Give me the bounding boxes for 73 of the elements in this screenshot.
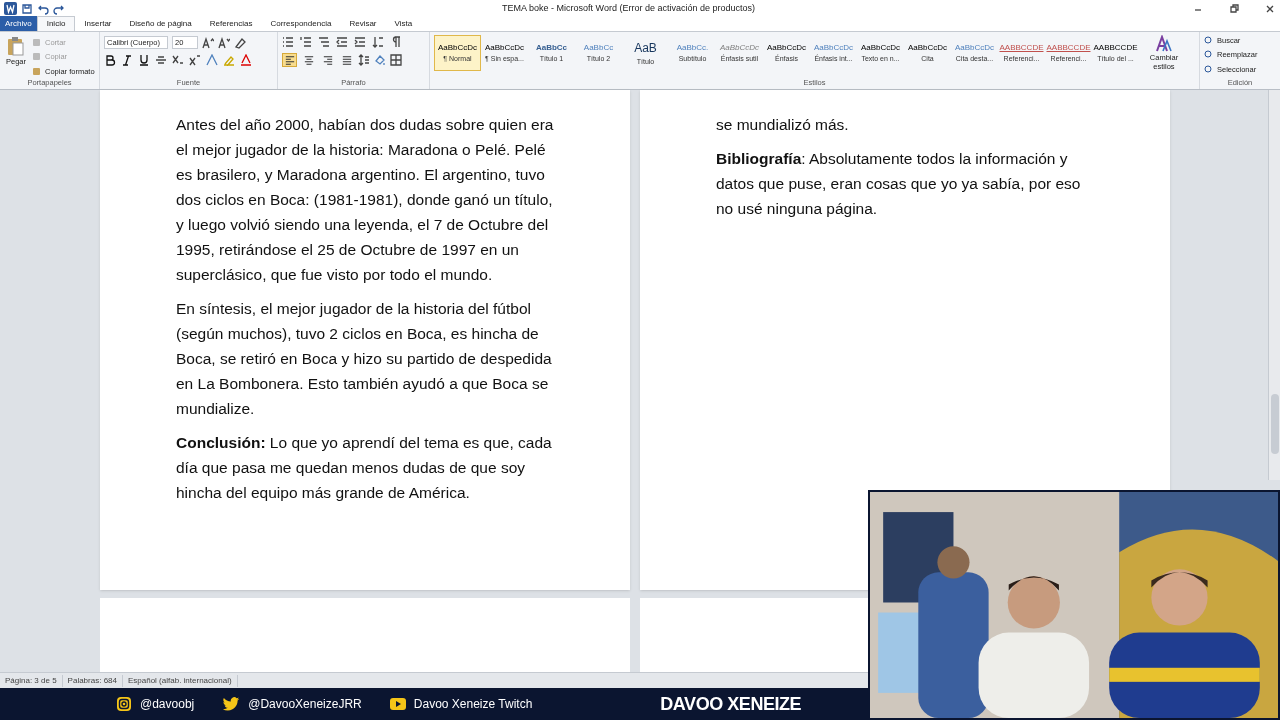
square-icon (32, 52, 41, 62)
numbering-icon[interactable] (300, 36, 312, 48)
play-icon (389, 698, 406, 710)
style-preview: AaBbCcDc (860, 41, 901, 54)
status-item: Página: 3 de 5 (0, 674, 63, 687)
social-handle: @DavooXeneizeJRR (248, 696, 362, 713)
status-item: Palabras: 684 (62, 674, 123, 687)
font-color-icon[interactable] (240, 54, 252, 66)
style-preview: AaB (634, 39, 657, 57)
paragraph: En síntesis, el mejor jugador de la historia del fútbol (según muchos), tuvo 2 ciclos en Boca, es hincha de Boca, se retiró en Boca y hizo su partido de despedida en La Bombonera. Esto también ayudó a que Boca se mundialize. (176, 299, 553, 419)
style-preview: AaBbCc (583, 41, 614, 54)
ribbon-tab[interactable]: Vista (385, 16, 422, 31)
style-preview: AaBbCc (535, 41, 568, 54)
multilevel-list-icon[interactable] (318, 36, 330, 48)
circle-icon (1204, 50, 1213, 60)
sort-icon[interactable] (372, 36, 384, 48)
restore-icon[interactable] (1228, 2, 1240, 15)
text-effects-icon[interactable] (206, 54, 218, 66)
paragraph: Conclusión: Lo que yo aprendí del tema es que, cada día que pasa me quedan menos dudas de que soy hincha del equipo más grande de América. (176, 433, 553, 503)
subscript-icon[interactable] (172, 54, 184, 66)
style-preview: AABBCCDE (999, 41, 1044, 54)
style-preview: AaBbCcDc (437, 41, 478, 54)
style-preview: AABBCCDE (1093, 41, 1138, 54)
ribbon-tab[interactable]: Insertar (75, 16, 121, 31)
shrink-font-icon[interactable] (218, 36, 230, 49)
decrease-indent-icon[interactable] (336, 36, 348, 48)
bird-icon (222, 696, 241, 712)
circle-icon (1204, 36, 1213, 46)
underline-icon[interactable] (138, 54, 150, 66)
paragraph: Bibliografía: Absolutamente todos la información y datos que puse, eran cosas que yo ya sabía, por eso no usé ninguna página. (716, 149, 1082, 219)
grow-font-icon[interactable] (202, 36, 214, 49)
window-title: TEMA boke - Microsoft Word (Error de activación de productos) (501, 1, 756, 15)
bold-icon[interactable] (104, 54, 116, 66)
bullets-icon[interactable] (282, 36, 294, 48)
instagram-icon (116, 696, 132, 712)
save-icon[interactable] (21, 2, 33, 15)
increase-indent-icon[interactable] (354, 36, 366, 48)
ribbon-tab[interactable]: Revisar (340, 16, 386, 31)
ribbon-tab[interactable]: Correspondencia (261, 16, 341, 31)
style-preview: AaBbCcDc (954, 41, 995, 54)
social-handle: @davoobj (140, 696, 195, 713)
style-preview: AaBbCc. (676, 41, 709, 54)
style-preview: AaBbCcDc (813, 41, 854, 54)
line-spacing-icon[interactable] (358, 54, 370, 66)
superscript-icon[interactable] (189, 54, 201, 66)
square-icon (32, 66, 41, 76)
social-handle: Davoo Xeneize Twitch (413, 696, 533, 713)
clear-format-icon[interactable] (234, 36, 246, 49)
style-preview: AaBbCcDc (766, 41, 807, 54)
style-preview: AaBbCcDc (719, 41, 760, 54)
borders-icon[interactable] (390, 54, 402, 66)
square-icon (32, 38, 41, 48)
pilcrow-icon[interactable] (390, 36, 402, 48)
style-preview: AaBbCcDc (484, 41, 525, 54)
circle-icon (1204, 64, 1213, 74)
italic-icon[interactable] (121, 54, 133, 66)
letters-icon (1155, 35, 1173, 53)
paragraph: se mundializó más. (716, 115, 850, 135)
clipboard-icon (7, 36, 25, 56)
shading-icon[interactable] (374, 54, 386, 66)
ribbon-tab[interactable]: Referencias (200, 16, 262, 31)
ribbon-tab[interactable]: Inicio (36, 16, 76, 31)
status-item: Español (alfab. internacional) (123, 674, 238, 687)
paragraph: Antes del año 2000, habían dos dudas sobre quien era el mejor jugador de la historia: Maradona o Pelé. Pelé es brasilero, y Maradona argentino. El argentino, tuvo dos ciclos en Boca: (1981-1981), donde ganó un título, y luego volvió siendo una leyenda, el 7 de Octubre del 1995, retirándose el 25 de Octubre de 1997 en un superclásico, que fue visto por todo el mundo. (176, 115, 554, 285)
file-tab[interactable]: Archivo (0, 16, 37, 31)
style-preview: AABBCCDE (1046, 41, 1091, 54)
strikethrough-icon[interactable] (155, 54, 167, 66)
brand-name: DAVOO XENEIZE (660, 692, 802, 716)
vertical-scrollbar[interactable] (1268, 90, 1280, 480)
app-icon[interactable] (4, 2, 17, 15)
style-preview: AaBbCcDc (907, 41, 948, 54)
ribbon-tab[interactable]: Diseño de página (120, 16, 201, 31)
align-button[interactable] (282, 53, 297, 67)
